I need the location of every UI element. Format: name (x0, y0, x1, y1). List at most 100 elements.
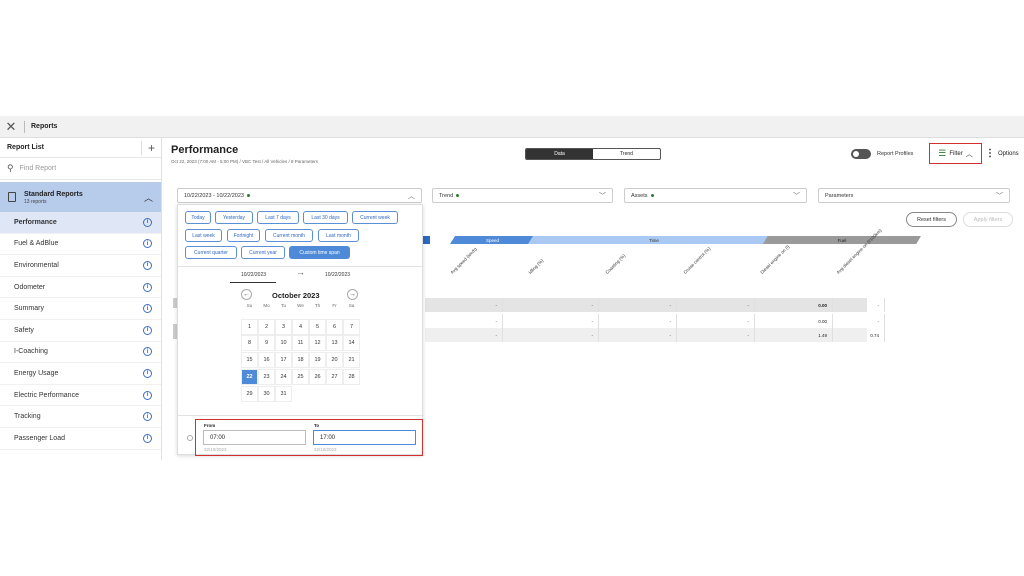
info-icon[interactable]: i (143, 260, 152, 270)
preset-chip[interactable]: Current year (241, 246, 285, 259)
report-profiles-toggle[interactable] (851, 149, 871, 159)
sidebar-item[interactable]: Tracking i (0, 406, 161, 428)
parameters-dropdown[interactable]: Parameters ﹀ (818, 188, 1010, 203)
trend-dropdown[interactable]: Trend ﹀ (432, 188, 613, 203)
report-profiles-label: Report Profiles (877, 151, 914, 157)
info-icon[interactable]: i (143, 433, 152, 443)
sidebar-item-label: Energy Usage (14, 369, 59, 377)
clipboard-icon (8, 192, 16, 202)
reset-filters-button[interactable]: Reset filters (906, 212, 957, 227)
calendar-day[interactable]: 2 (258, 319, 275, 335)
info-icon[interactable]: i (143, 347, 152, 357)
find-report-search[interactable]: ⚲ Find Report (0, 158, 161, 180)
preset-chip[interactable]: Last week (185, 229, 222, 242)
calendar-day[interactable]: 7 (343, 319, 360, 335)
calendar-day[interactable]: 18 (292, 352, 309, 368)
calendar-day[interactable]: 22 (241, 369, 258, 385)
sidebar-item[interactable]: Fuel & AdBlue i (0, 234, 161, 256)
weekday-label: Sa (348, 303, 355, 308)
range-end[interactable]: 10/22/2023 (325, 272, 350, 278)
calendar-day[interactable]: 21 (343, 352, 360, 368)
preset-chip[interactable]: Last 30 days (303, 211, 348, 224)
calendar-day[interactable]: 29 (241, 386, 258, 402)
calendar-day[interactable]: 9 (258, 335, 275, 351)
info-icon[interactable]: i (143, 412, 152, 422)
info-icon[interactable]: i (143, 325, 152, 335)
calendar-day[interactable]: 24 (275, 369, 292, 385)
sidebar-item[interactable]: Energy Usage i (0, 363, 161, 385)
sidebar-item[interactable]: Passenger Load i (0, 428, 161, 450)
preset-chip[interactable]: Today (185, 211, 211, 224)
calendar-day[interactable]: 30 (258, 386, 275, 402)
calendar-day[interactable]: 23 (258, 369, 275, 385)
calendar-day[interactable]: 13 (326, 335, 343, 351)
calendar-day[interactable]: 1 (241, 319, 258, 335)
chevron-up-icon[interactable]: ︿ (144, 191, 153, 204)
info-icon[interactable]: i (143, 390, 152, 400)
sidebar-item[interactable]: Safety i (0, 320, 161, 342)
tab-data[interactable]: Data (526, 149, 593, 159)
find-report-input[interactable]: Find Report (20, 165, 57, 172)
active-dot (246, 193, 250, 197)
info-icon[interactable]: i (143, 239, 152, 249)
preset-chip[interactable]: Current month (265, 229, 313, 242)
next-month-button[interactable]: → (347, 289, 358, 300)
calendar-day[interactable]: 28 (343, 369, 360, 385)
preset-chip[interactable]: Yesterday (215, 211, 253, 224)
options-button[interactable]: ⋮ Options (985, 148, 1019, 159)
date-range-dropdown[interactable]: 10/22/2023 - 10/22/2023 ︿ (177, 188, 422, 203)
calendar-day[interactable]: 8 (241, 335, 258, 351)
chevron-up-icon: ︿ (965, 150, 973, 158)
standard-reports-group[interactable]: Standard Reports 13 reports ︿ (0, 182, 161, 212)
range-start[interactable]: 10/22/2023 (241, 272, 266, 278)
table-cell: 0.00 (755, 314, 833, 328)
close-icon[interactable]: ✕ (0, 116, 22, 138)
sidebar-item[interactable]: I-Coaching i (0, 342, 161, 364)
assets-dropdown[interactable]: Assets ﹀ (624, 188, 807, 203)
sidebar-item[interactable]: Electric Performance i (0, 385, 161, 407)
calendar-day[interactable]: 3 (275, 319, 292, 335)
preset-chip[interactable]: Last 7 days (257, 211, 299, 224)
prev-month-button[interactable]: ← (241, 289, 252, 300)
calendar-day[interactable]: 19 (309, 352, 326, 368)
calendar-day[interactable]: 25 (292, 369, 309, 385)
calendar-day[interactable]: 16 (258, 352, 275, 368)
calendar-day[interactable]: 5 (309, 319, 326, 335)
info-icon[interactable]: i (143, 368, 152, 378)
calendar-day[interactable]: 26 (309, 369, 326, 385)
filter-button[interactable]: ☰ Filter ︿ (929, 143, 982, 164)
chevron-down-icon: ﹀ (793, 192, 800, 200)
range-start-underline (230, 282, 276, 283)
sidebar-item-label: Odometer (14, 283, 46, 291)
to-time-input[interactable]: 17:00 (313, 430, 416, 445)
add-report-button[interactable]: + (140, 140, 155, 155)
info-icon[interactable]: i (143, 304, 152, 314)
tab-trend[interactable]: Trend (593, 149, 660, 159)
calendar-day[interactable]: 11 (292, 335, 309, 351)
calendar-day[interactable]: 31 (275, 386, 292, 402)
preset-chip[interactable]: Fortnight (227, 229, 260, 242)
calendar-day[interactable]: 10 (275, 335, 292, 351)
sidebar-item[interactable]: Environmental i (0, 255, 161, 277)
preset-chip[interactable]: Custom time span (289, 246, 350, 259)
calendar-day[interactable]: 14 (343, 335, 360, 351)
sidebar-item[interactable]: Odometer i (0, 277, 161, 299)
calendar-day[interactable]: 15 (241, 352, 258, 368)
calendar-day[interactable]: 12 (309, 335, 326, 351)
info-icon[interactable]: i (143, 282, 152, 292)
to-date: 22/10/2023 (314, 447, 337, 452)
apply-filters-button[interactable]: Apply filters (963, 212, 1013, 227)
calendar-day[interactable]: 17 (275, 352, 292, 368)
sidebar-item[interactable]: Summary i (0, 298, 161, 320)
sidebar-item[interactable]: Performance i (0, 212, 161, 234)
preset-chip[interactable]: Current week (352, 211, 398, 224)
calendar-day[interactable]: 20 (326, 352, 343, 368)
weekday-label: Th (314, 303, 321, 308)
info-icon[interactable]: i (143, 217, 152, 227)
calendar-day[interactable]: 4 (292, 319, 309, 335)
calendar-day[interactable]: 6 (326, 319, 343, 335)
preset-chip[interactable]: Current quarter (185, 246, 237, 259)
from-time-input[interactable]: 07:00 (203, 430, 306, 445)
calendar-day[interactable]: 27 (326, 369, 343, 385)
preset-chip[interactable]: Last month (318, 229, 359, 242)
